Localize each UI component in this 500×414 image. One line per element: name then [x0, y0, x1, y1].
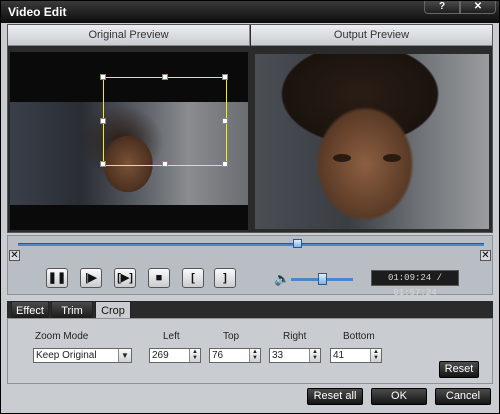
spin-arrows-icon[interactable]: ▲ ▼ [370, 349, 381, 362]
face-detail [383, 154, 401, 162]
zoom-mode-select[interactable]: Keep Original ▼ [33, 348, 132, 363]
trim-end-marker[interactable]: ✕ [480, 250, 491, 261]
edit-tabs: Effect Trim Crop [7, 301, 493, 319]
close-button[interactable]: ✕ [460, 1, 496, 14]
cancel-button[interactable]: Cancel [435, 388, 491, 405]
top-value: 76 [212, 350, 224, 361]
zoom-mode-value: Keep Original [36, 350, 97, 361]
timeline-thumb[interactable] [293, 239, 303, 248]
mark-in-icon: [ [191, 272, 195, 284]
crop-handle[interactable] [162, 74, 168, 80]
crop-handle[interactable] [222, 74, 228, 80]
mark-out-button[interactable]: ] [214, 268, 236, 288]
bottom-label: Bottom [343, 331, 375, 342]
playback-controls: ✕ ✕ ❚❚ |▶ [▶] ■ [ ] 🔈 01:09:24 / 01:57:2… [7, 235, 493, 298]
spin-arrows-icon[interactable]: ▲ ▼ [249, 349, 260, 362]
volume-thumb[interactable] [317, 273, 327, 285]
left-input[interactable]: 269 ▲ ▼ [149, 348, 201, 363]
help-button[interactable]: ? [424, 1, 460, 14]
crop-handle[interactable] [222, 118, 228, 124]
title-bar[interactable]: Video Edit ? ✕ [1, 1, 499, 23]
pause-button[interactable]: ❚❚ [46, 268, 68, 288]
volume-icon[interactable]: 🔈 [274, 271, 290, 287]
bottom-value: 41 [333, 350, 345, 361]
crop-panel: Zoom Mode Keep Original ▼ Left 269 ▲ ▼ To… [7, 318, 493, 384]
zoom-mode-label: Zoom Mode [35, 331, 89, 342]
trim-start-marker[interactable]: ✕ [9, 250, 20, 261]
stop-icon: ■ [155, 272, 163, 284]
face-detail [333, 154, 351, 162]
output-preview-header: Output Preview [251, 25, 492, 46]
original-preview-header: Original Preview [8, 25, 250, 46]
pause-icon: ❚❚ [47, 272, 67, 284]
mark-out-icon: ] [223, 272, 227, 284]
right-label: Right [283, 331, 307, 342]
right-input[interactable]: 33 ▲ ▼ [269, 348, 321, 363]
play-frame-button[interactable]: |▶ [80, 268, 102, 288]
bottom-input[interactable]: 41 ▲ ▼ [330, 348, 382, 363]
left-value: 269 [152, 350, 169, 361]
play-segment-icon: [▶] [117, 272, 133, 284]
ok-button[interactable]: OK [371, 388, 427, 405]
timeline-track[interactable] [18, 243, 484, 246]
crop-handle[interactable] [162, 161, 168, 167]
mark-in-button[interactable]: [ [182, 268, 204, 288]
spin-arrows-icon[interactable]: ▲ ▼ [189, 349, 200, 362]
tab-crop[interactable]: Crop [95, 301, 131, 319]
left-label: Left [163, 331, 180, 342]
window-title: Video Edit [8, 5, 67, 19]
crop-handle[interactable] [222, 161, 228, 167]
tab-effect[interactable]: Effect [11, 301, 49, 319]
output-video-preview [255, 54, 489, 229]
top-input[interactable]: 76 ▲ ▼ [209, 348, 261, 363]
chevron-down-icon[interactable]: ▼ [118, 349, 131, 362]
reset-all-button[interactable]: Reset all [307, 388, 363, 405]
time-display: 01:09:24 / 01:57:24 [371, 270, 459, 298]
play-frame-icon: |▶ [85, 272, 97, 284]
tab-trim[interactable]: Trim [51, 301, 93, 319]
stop-button[interactable]: ■ [148, 268, 170, 288]
reset-button[interactable]: Reset [439, 361, 479, 378]
preview-area: Original Preview Output Preview [7, 24, 493, 233]
crop-handle[interactable] [100, 74, 106, 80]
top-label: Top [223, 331, 240, 342]
crop-handle[interactable] [100, 161, 106, 167]
spin-arrows-icon[interactable]: ▲ ▼ [309, 349, 320, 362]
crop-handle[interactable] [100, 118, 106, 124]
crop-frame[interactable] [100, 74, 228, 167]
right-value: 33 [272, 350, 284, 361]
play-segment-button[interactable]: [▶] [114, 268, 136, 288]
video-edit-window: Video Edit ? ✕ Original Preview Output P… [0, 0, 500, 414]
